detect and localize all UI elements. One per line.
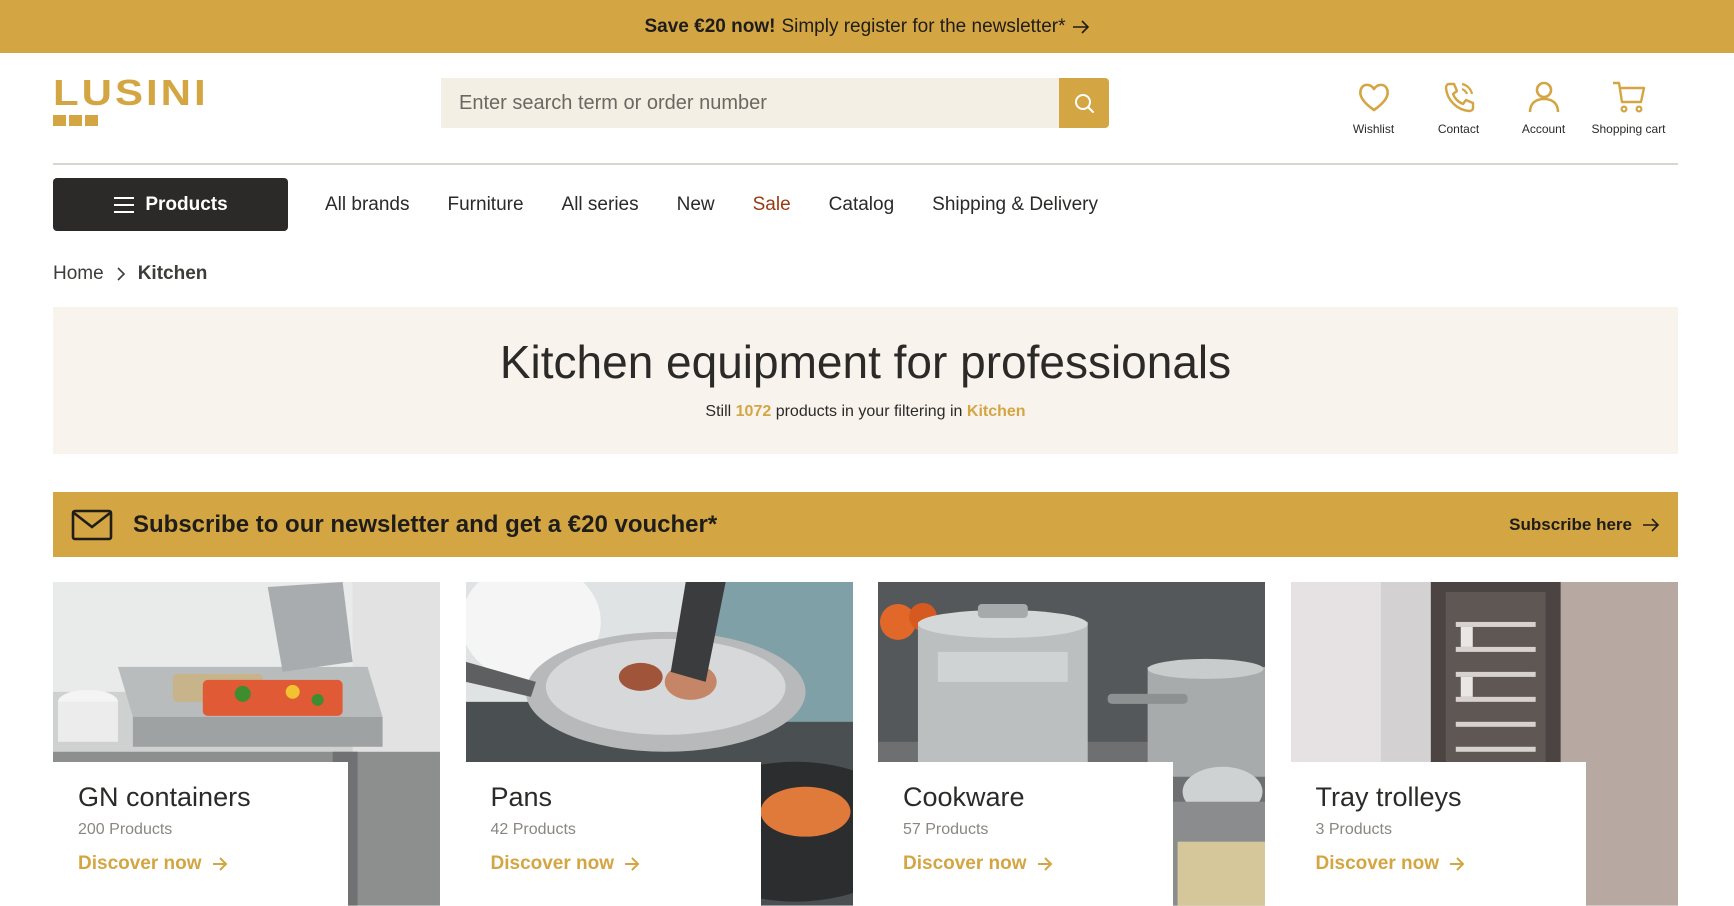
breadcrumb-current: Kitchen xyxy=(137,263,208,284)
header-divider xyxy=(53,163,1678,165)
discover-now-link[interactable]: Discover now xyxy=(903,853,1148,875)
product-count-text: Still 1072 products in your filtering in… xyxy=(53,403,1678,421)
card-title: GN containers xyxy=(78,782,251,812)
category-name: Kitchen xyxy=(966,403,1026,420)
category-card-tray-trolleys[interactable]: Tray trolleys 3 Products Discover now xyxy=(1290,582,1679,906)
envelope-icon xyxy=(71,509,113,540)
arrow-right-icon xyxy=(1037,857,1052,871)
nav-link-all-brands[interactable]: All brands xyxy=(325,194,410,216)
promo-text: Simply register for the newsletter* xyxy=(781,15,1066,37)
cart-icon xyxy=(1612,81,1645,113)
arrow-right-icon xyxy=(1450,857,1465,871)
product-count: 1072 xyxy=(735,403,772,420)
card-title: Pans xyxy=(490,782,553,812)
card-title: Tray trolleys xyxy=(1315,782,1462,812)
discover-now-link[interactable]: Discover now xyxy=(1316,853,1561,875)
logo-squares xyxy=(53,115,235,126)
discover-now-label: Discover now xyxy=(78,853,202,874)
page-title: Kitchen equipment for professionals xyxy=(499,336,1232,388)
count-prefix: Still xyxy=(705,403,732,420)
card-info-panel: Cookware 57 Products Discover now xyxy=(878,762,1173,906)
search-input[interactable] xyxy=(441,78,1059,128)
category-hero: Kitchen equipment for professionals Stil… xyxy=(53,307,1678,454)
card-product-count: 200 Products xyxy=(78,821,173,838)
breadcrumb-home[interactable]: Home xyxy=(53,263,104,285)
category-card-pans[interactable]: Pans 42 Products Discover now xyxy=(465,582,854,906)
nav-link-sale[interactable]: Sale xyxy=(753,194,791,216)
heart-icon xyxy=(1358,83,1389,112)
nav-link-catalog[interactable]: Catalog xyxy=(829,194,895,216)
nav-link-all-series[interactable]: All series xyxy=(562,194,639,216)
nav-link-shipping-delivery[interactable]: Shipping & Delivery xyxy=(932,194,1098,216)
category-card-gn-containers[interactable]: GN containers 200 Products Discover now xyxy=(53,582,441,906)
products-menu-button[interactable]: Products xyxy=(53,178,288,231)
newsletter-banner: Subscribe to our newsletter and get a €2… xyxy=(53,492,1678,557)
promo-bold-text: Save €20 now! xyxy=(644,15,776,37)
main-navigation: Products All brands Furniture All series… xyxy=(53,178,1136,231)
nav-link-furniture[interactable]: Furniture xyxy=(448,194,524,216)
discover-now-link[interactable]: Discover now xyxy=(78,853,323,875)
lusini-logo[interactable]: LUSINI xyxy=(53,72,235,129)
subscribe-link-label: Subscribe here xyxy=(1509,514,1632,534)
arrow-right-icon xyxy=(1643,517,1660,532)
phone-icon xyxy=(1444,82,1474,113)
card-info-panel: GN containers 200 Products Discover now xyxy=(53,762,348,906)
subscribe-link[interactable]: Subscribe here xyxy=(1509,515,1660,535)
account-label: Account xyxy=(1521,122,1566,136)
card-product-count: 3 Products xyxy=(1315,821,1392,838)
hamburger-icon xyxy=(114,196,135,213)
card-product-count: 57 Products xyxy=(903,821,989,838)
logo-text: LUSINI xyxy=(53,72,209,113)
arrow-right-icon xyxy=(1072,19,1089,34)
newsletter-text: Subscribe to our newsletter and get a €2… xyxy=(133,510,718,538)
arrow-right-icon xyxy=(625,857,640,871)
products-menu-label: Products xyxy=(145,193,228,215)
nav-links: All brands Furniture All series New Sale… xyxy=(325,194,1136,216)
chevron-right-icon xyxy=(117,267,125,281)
account-button[interactable]: Account xyxy=(1501,78,1586,136)
discover-now-label: Discover now xyxy=(903,853,1027,874)
category-cards: GN containers 200 Products Discover now xyxy=(53,582,1678,906)
shopping-cart-label: Shopping cart xyxy=(1591,122,1666,136)
search-icon xyxy=(1075,94,1094,113)
contact-label: Contact xyxy=(1437,122,1480,136)
breadcrumb: Home Kitchen xyxy=(53,263,207,285)
arrow-right-icon xyxy=(212,857,227,871)
user-icon xyxy=(1528,81,1559,113)
nav-link-new[interactable]: New xyxy=(677,194,715,216)
contact-button[interactable]: Contact xyxy=(1416,78,1501,136)
card-title: Cookware xyxy=(903,782,1025,812)
promo-banner[interactable]: Save €20 now! Simply register for the ne… xyxy=(0,0,1734,53)
card-info-panel: Pans 42 Products Discover now xyxy=(465,762,761,906)
count-middle: products in your filtering in xyxy=(775,403,963,420)
discover-now-label: Discover now xyxy=(1315,853,1440,874)
discover-now-link[interactable]: Discover now xyxy=(491,853,736,875)
discover-now-label: Discover now xyxy=(490,853,615,874)
card-info-panel: Tray trolleys 3 Products Discover now xyxy=(1290,762,1586,906)
header-actions: Wishlist Contact Account Shopping cart xyxy=(1331,78,1671,136)
card-product-count: 42 Products xyxy=(490,821,576,838)
wishlist-label: Wishlist xyxy=(1352,122,1395,136)
shopping-cart-button[interactable]: Shopping cart xyxy=(1586,78,1671,136)
category-card-cookware[interactable]: Cookware 57 Products Discover now xyxy=(878,582,1266,906)
search-button[interactable] xyxy=(1059,78,1109,128)
wishlist-button[interactable]: Wishlist xyxy=(1331,78,1416,136)
search-bar xyxy=(441,78,1109,128)
